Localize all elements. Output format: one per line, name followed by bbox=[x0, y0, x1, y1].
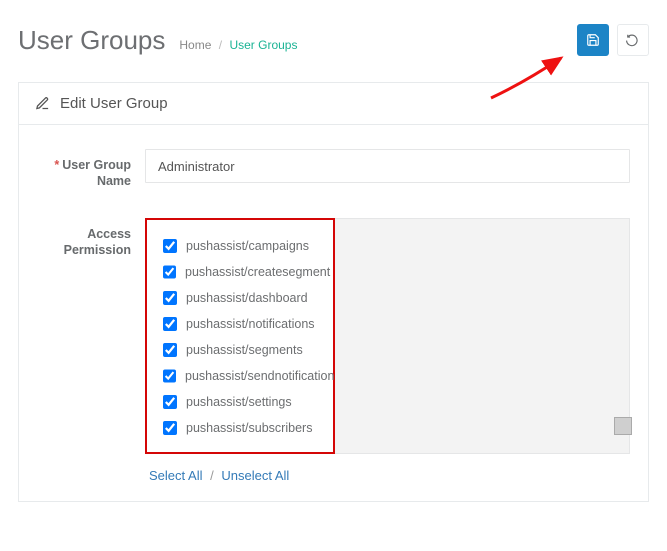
panel: Edit User Group *User Group Name Access … bbox=[18, 82, 649, 502]
permission-checkbox[interactable] bbox=[163, 421, 177, 435]
permission-item[interactable]: pushassist/dashboard bbox=[159, 288, 321, 308]
permission-item[interactable]: pushassist/notifications bbox=[159, 314, 321, 334]
panel-title: Edit User Group bbox=[60, 95, 168, 112]
back-button[interactable] bbox=[617, 24, 649, 56]
link-separator: / bbox=[210, 468, 214, 483]
permission-label-text: pushassist/createsegment bbox=[185, 265, 330, 279]
permission-label-text: pushassist/subscribers bbox=[186, 421, 312, 435]
permission-item[interactable]: pushassist/settings bbox=[159, 392, 321, 412]
permission-scroll-area[interactable] bbox=[335, 218, 630, 454]
breadcrumb-home[interactable]: Home bbox=[179, 38, 211, 52]
pencil-icon bbox=[35, 96, 50, 111]
breadcrumb-current[interactable]: User Groups bbox=[229, 38, 297, 52]
panel-heading: Edit User Group bbox=[19, 83, 648, 125]
breadcrumb-separator: / bbox=[219, 38, 222, 52]
permission-label-text: pushassist/segments bbox=[186, 343, 303, 357]
page-title: User Groups bbox=[18, 25, 165, 56]
permission-label-text: pushassist/settings bbox=[186, 395, 292, 409]
user-group-name-input[interactable] bbox=[145, 149, 630, 183]
permission-checkbox[interactable] bbox=[163, 343, 177, 357]
permission-item[interactable]: pushassist/createsegment bbox=[159, 262, 321, 282]
permission-checkbox[interactable] bbox=[163, 239, 177, 253]
permission-checkbox[interactable] bbox=[163, 369, 176, 383]
permission-checkbox[interactable] bbox=[163, 395, 177, 409]
permission-label-text: pushassist/notifications bbox=[186, 317, 315, 331]
permission-label-text: pushassist/dashboard bbox=[186, 291, 308, 305]
save-icon bbox=[586, 33, 600, 47]
required-mark: * bbox=[54, 158, 59, 172]
undo-icon bbox=[626, 33, 640, 47]
unselect-all-link[interactable]: Unselect All bbox=[221, 468, 289, 483]
permission-checkbox[interactable] bbox=[163, 291, 177, 305]
permission-list: pushassist/campaigns pushassist/createseg… bbox=[145, 218, 335, 454]
permission-checkbox[interactable] bbox=[163, 317, 177, 331]
select-all-link[interactable]: Select All bbox=[149, 468, 202, 483]
save-button[interactable] bbox=[577, 24, 609, 56]
breadcrumb: Home / User Groups bbox=[179, 38, 297, 52]
permission-label-text: pushassist/campaigns bbox=[186, 239, 309, 253]
permission-label-text: pushassist/sendnotification bbox=[185, 369, 334, 383]
permission-item[interactable]: pushassist/campaigns bbox=[159, 236, 321, 256]
permission-label: Access Permission bbox=[37, 218, 145, 259]
permission-item[interactable]: pushassist/subscribers bbox=[159, 418, 321, 438]
permission-item[interactable]: pushassist/segments bbox=[159, 340, 321, 360]
permission-item[interactable]: pushassist/sendnotification bbox=[159, 366, 321, 386]
name-label: *User Group Name bbox=[37, 149, 145, 190]
permission-checkbox[interactable] bbox=[163, 265, 176, 279]
